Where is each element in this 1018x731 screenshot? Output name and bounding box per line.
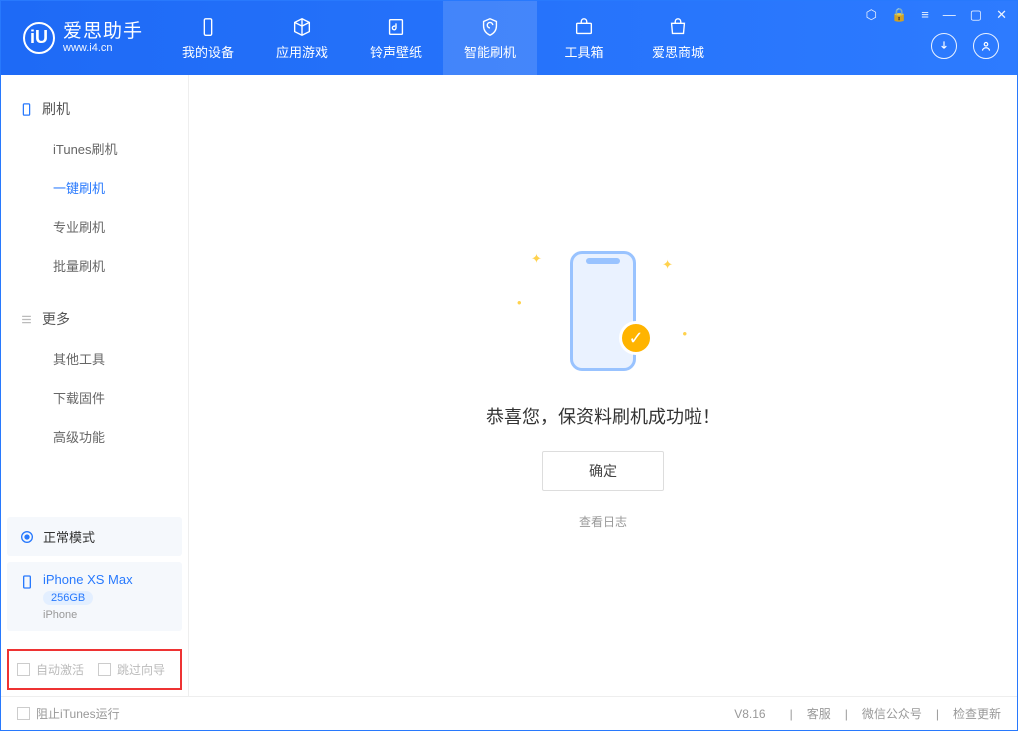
store-icon [665, 16, 691, 38]
music-icon [383, 16, 409, 38]
refresh-shield-icon [477, 16, 503, 38]
toolbox-icon [571, 16, 597, 38]
header-right [931, 33, 999, 59]
sidebar-item-othertools[interactable]: 其他工具 [1, 339, 188, 378]
section-head-flash: 刷机 [1, 93, 188, 129]
shirt-icon[interactable]: ⬡ [866, 7, 877, 23]
phone-graphic [570, 251, 636, 371]
download-button[interactable] [931, 33, 957, 59]
sidebar-item-batch[interactable]: 批量刷机 [1, 246, 188, 285]
top-tabs: 我的设备 应用游戏 铃声壁纸 智能刷机 工具箱 爱思商城 [161, 1, 725, 75]
check-badge-icon: ✓ [619, 321, 653, 355]
footer-link-update[interactable]: 检查更新 [953, 705, 1001, 722]
device-type: iPhone [43, 609, 133, 621]
tab-my-device[interactable]: 我的设备 [161, 1, 255, 75]
sidebar-section-more: 更多 其他工具 下载固件 高级功能 [1, 285, 188, 456]
logo: iU 爱思助手 www.i4.cn [1, 22, 161, 55]
close-button[interactable]: ✕ [996, 7, 1007, 23]
user-icon [979, 39, 993, 53]
ok-button[interactable]: 确定 [542, 451, 664, 491]
device-icon [195, 16, 221, 38]
view-log-link[interactable]: 查看日志 [579, 513, 627, 530]
sidebar: 刷机 iTunes刷机 一键刷机 专业刷机 批量刷机 更多 其他工具 下载固件 … [1, 75, 189, 696]
sidebar-item-itunes[interactable]: iTunes刷机 [1, 129, 188, 168]
menu-icon[interactable]: ≡ [921, 7, 929, 23]
tab-ringtones[interactable]: 铃声壁纸 [349, 1, 443, 75]
cube-icon [289, 16, 315, 38]
footer-link-wechat[interactable]: 微信公众号 [862, 705, 922, 722]
logo-icon: iU [23, 22, 55, 54]
sidebar-item-pro[interactable]: 专业刷机 [1, 207, 188, 246]
label-skip-guide: 跳过向导 [117, 661, 165, 678]
label-block-itunes: 阻止iTunes运行 [36, 705, 120, 722]
checkbox-auto-activate[interactable] [17, 663, 30, 676]
sidebar-item-firmware[interactable]: 下载固件 [1, 378, 188, 417]
section-head-more: 更多 [1, 303, 188, 339]
app-title: 爱思助手 [63, 22, 143, 43]
phone-outline-icon [19, 102, 34, 117]
options-highlight: 自动激活 跳过向导 [7, 649, 182, 690]
device-name: iPhone XS Max [43, 572, 133, 587]
sidebar-section-flash: 刷机 iTunes刷机 一键刷机 专业刷机 批量刷机 [1, 75, 188, 285]
footer-link-support[interactable]: 客服 [807, 705, 831, 722]
tab-store[interactable]: 爱思商城 [631, 1, 725, 75]
label-auto-activate: 自动激活 [36, 661, 84, 678]
footer: 阻止iTunes运行 V8.16 | 客服 | 微信公众号 | 检查更新 [1, 696, 1017, 730]
sparkle-icon: ✦ [662, 257, 673, 273]
version-label: V8.16 [734, 707, 765, 721]
maximize-button[interactable]: ▢ [970, 7, 982, 23]
header: iU 爱思助手 www.i4.cn 我的设备 应用游戏 铃声壁纸 智能刷机 工具… [1, 1, 1017, 75]
device-info: 正常模式 iPhone XS Max 256GB iPhone [1, 511, 188, 643]
sparkle-icon: • [682, 326, 687, 341]
sidebar-item-advanced[interactable]: 高级功能 [1, 417, 188, 456]
checkbox-skip-guide[interactable] [98, 663, 111, 676]
success-message: 恭喜您，保资料刷机成功啦！ [486, 403, 720, 429]
user-button[interactable] [973, 33, 999, 59]
device-storage: 256GB [43, 591, 93, 605]
minimize-button[interactable]: — [943, 7, 956, 23]
device-box[interactable]: iPhone XS Max 256GB iPhone [7, 562, 182, 631]
phone-icon [19, 574, 35, 590]
sparkle-icon: ✦ [531, 251, 542, 267]
tab-flash[interactable]: 智能刷机 [443, 1, 537, 75]
body: 刷机 iTunes刷机 一键刷机 专业刷机 批量刷机 更多 其他工具 下载固件 … [1, 75, 1017, 696]
window-controls: ⬡ 🔒 ≡ — ▢ ✕ [866, 7, 1007, 23]
tab-apps[interactable]: 应用游戏 [255, 1, 349, 75]
download-icon [937, 39, 951, 53]
main-content: ✦ • ✦ • ✓ 恭喜您，保资料刷机成功啦！ 确定 查看日志 [189, 75, 1017, 696]
app-subtitle: www.i4.cn [63, 42, 143, 54]
mode-icon [19, 529, 35, 545]
tab-toolbox[interactable]: 工具箱 [537, 1, 631, 75]
checkbox-block-itunes[interactable] [17, 707, 30, 720]
success-illustration: ✦ • ✦ • ✓ [513, 241, 693, 381]
mode-box[interactable]: 正常模式 [7, 517, 182, 556]
lock-icon[interactable]: 🔒 [891, 7, 907, 23]
sparkle-icon: • [517, 295, 522, 310]
list-icon [19, 312, 34, 327]
sidebar-item-oneclick[interactable]: 一键刷机 [1, 168, 188, 207]
